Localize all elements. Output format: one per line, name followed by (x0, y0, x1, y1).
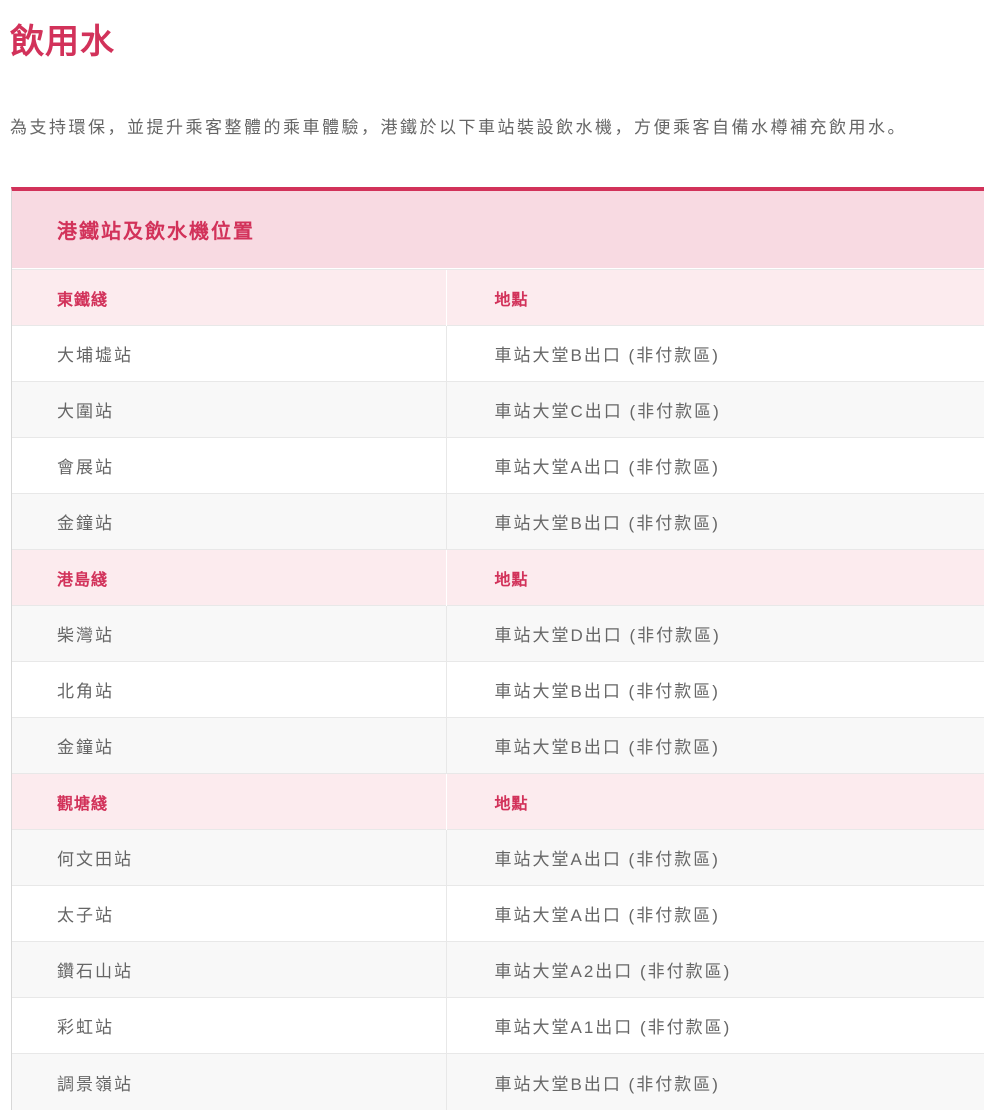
station-cell: 柴灣站 (12, 606, 446, 662)
station-cell: 大圍站 (12, 382, 446, 438)
water-dispenser-table: 港鐵站及飲水機位置 東鐵綫地點大埔墟站車站大堂B出口 (非付款區)大圍站車站大堂… (11, 187, 984, 1110)
intro-text: 為支持環保，並提升乘客整體的乘車體驗，港鐵於以下車站裝設飲水機，方便乘客自備水樽… (10, 115, 984, 141)
line-header-row: 觀塘綫地點 (12, 774, 984, 830)
page-title: 飲用水 (10, 22, 984, 63)
table-row: 何文田站車站大堂A出口 (非付款區) (12, 830, 984, 886)
location-cell: 車站大堂B出口 (非付款區) (446, 1054, 984, 1110)
table-row: 彩虹站車站大堂A1出口 (非付款區) (12, 998, 984, 1054)
line-name-cell: 東鐵綫 (12, 270, 446, 326)
table-row: 會展站車站大堂A出口 (非付款區) (12, 438, 984, 494)
location-header-cell: 地點 (446, 550, 984, 606)
station-cell: 金鐘站 (12, 718, 446, 774)
table-row: 柴灣站車站大堂D出口 (非付款區) (12, 606, 984, 662)
page: 飲用水 為支持環保，並提升乘客整體的乘車體驗，港鐵於以下車站裝設飲水機，方便乘客… (0, 22, 984, 1110)
stations-table: 東鐵綫地點大埔墟站車站大堂B出口 (非付款區)大圍站車站大堂C出口 (非付款區)… (12, 269, 984, 1110)
station-cell: 彩虹站 (12, 998, 446, 1054)
station-cell: 太子站 (12, 886, 446, 942)
line-name-cell: 港島綫 (12, 550, 446, 606)
line-header-row: 東鐵綫地點 (12, 270, 984, 326)
location-cell: 車站大堂C出口 (非付款區) (446, 382, 984, 438)
table-title: 港鐵站及飲水機位置 (12, 191, 984, 269)
table-row: 大圍站車站大堂C出口 (非付款區) (12, 382, 984, 438)
line-header-row: 港島綫地點 (12, 550, 984, 606)
location-cell: 車站大堂A1出口 (非付款區) (446, 998, 984, 1054)
location-header-cell: 地點 (446, 270, 984, 326)
location-cell: 車站大堂B出口 (非付款區) (446, 662, 984, 718)
location-header-cell: 地點 (446, 774, 984, 830)
station-cell: 大埔墟站 (12, 326, 446, 382)
table-row: 調景嶺站車站大堂B出口 (非付款區) (12, 1054, 984, 1110)
location-cell: 車站大堂A出口 (非付款區) (446, 438, 984, 494)
location-cell: 車站大堂B出口 (非付款區) (446, 326, 984, 382)
station-cell: 調景嶺站 (12, 1054, 446, 1110)
table-row: 鑽石山站車站大堂A2出口 (非付款區) (12, 942, 984, 998)
location-cell: 車站大堂D出口 (非付款區) (446, 606, 984, 662)
table-row: 北角站車站大堂B出口 (非付款區) (12, 662, 984, 718)
station-cell: 何文田站 (12, 830, 446, 886)
location-cell: 車站大堂A出口 (非付款區) (446, 886, 984, 942)
location-cell: 車站大堂B出口 (非付款區) (446, 718, 984, 774)
station-cell: 鑽石山站 (12, 942, 446, 998)
table-row: 太子站車站大堂A出口 (非付款區) (12, 886, 984, 942)
table-row: 金鐘站車站大堂B出口 (非付款區) (12, 718, 984, 774)
stations-table-body: 東鐵綫地點大埔墟站車站大堂B出口 (非付款區)大圍站車站大堂C出口 (非付款區)… (12, 270, 984, 1110)
station-cell: 金鐘站 (12, 494, 446, 550)
location-cell: 車站大堂B出口 (非付款區) (446, 494, 984, 550)
location-cell: 車站大堂A2出口 (非付款區) (446, 942, 984, 998)
table-row: 金鐘站車站大堂B出口 (非付款區) (12, 494, 984, 550)
table-row: 大埔墟站車站大堂B出口 (非付款區) (12, 326, 984, 382)
station-cell: 北角站 (12, 662, 446, 718)
location-cell: 車站大堂A出口 (非付款區) (446, 830, 984, 886)
station-cell: 會展站 (12, 438, 446, 494)
line-name-cell: 觀塘綫 (12, 774, 446, 830)
